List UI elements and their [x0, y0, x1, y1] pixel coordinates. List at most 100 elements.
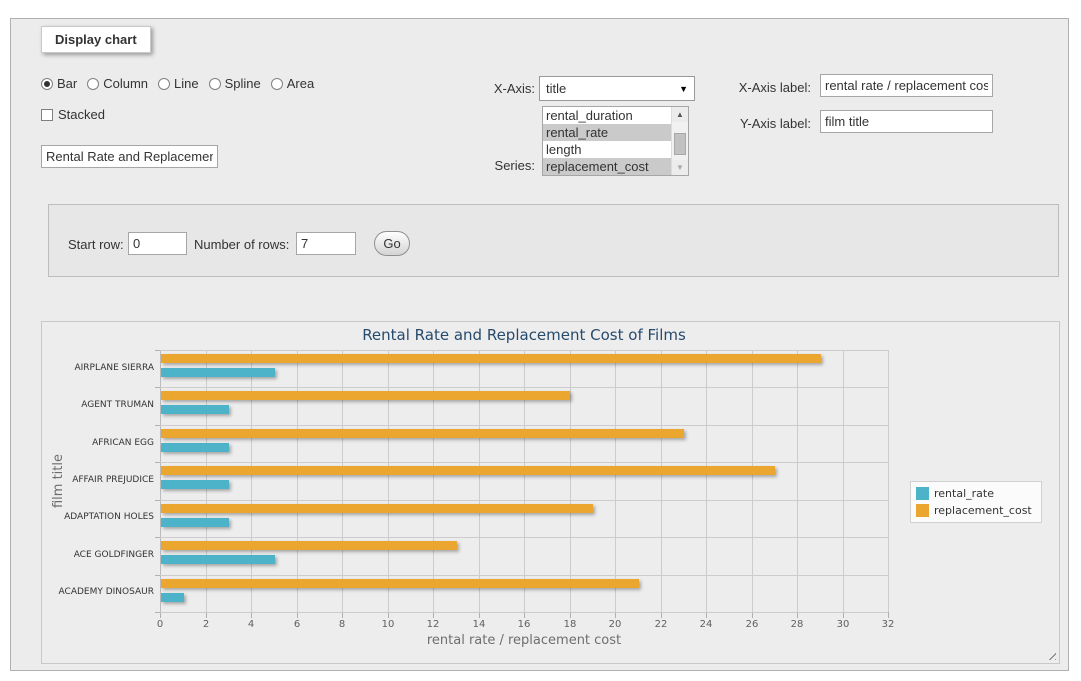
x-axis-selected-value: title — [546, 81, 679, 96]
bar-replacement_cost[interactable] — [161, 579, 639, 588]
radio-label: Spline — [225, 76, 261, 91]
radio-line[interactable]: Line — [158, 76, 199, 91]
category-tick — [155, 387, 160, 388]
radio-area[interactable]: Area — [271, 76, 314, 91]
radio-circle-icon[interactable] — [41, 78, 53, 90]
resize-handle-icon[interactable] — [1045, 649, 1056, 660]
axis-tick — [160, 613, 161, 618]
gridline — [297, 350, 298, 612]
go-button[interactable]: Go — [374, 231, 410, 256]
category-label: ADAPTATION HOLES — [44, 512, 154, 522]
series-scrollbar[interactable]: ▲ ▼ — [671, 107, 688, 175]
x-tick-label: 2 — [191, 619, 221, 630]
chart-title-input[interactable] — [41, 145, 218, 168]
radio-circle-icon[interactable] — [271, 78, 283, 90]
x-tick-label: 16 — [509, 619, 539, 630]
radio-circle-icon[interactable] — [87, 78, 99, 90]
legend-label: replacement_cost — [934, 504, 1032, 517]
x-tick-label: 24 — [691, 619, 721, 630]
category-label: AFRICAN EGG — [44, 438, 154, 448]
axis-tick — [797, 613, 798, 618]
gridline — [160, 425, 888, 426]
gridline — [661, 350, 662, 612]
axis-tick — [843, 613, 844, 618]
axis-tick — [251, 613, 252, 618]
axis-tick — [570, 613, 571, 618]
axis-tick — [752, 613, 753, 618]
x-axis-label-input[interactable] — [820, 74, 993, 97]
scroll-up-icon[interactable]: ▲ — [672, 107, 688, 122]
series-listbox[interactable]: rental_durationrental_ratelengthreplacem… — [542, 106, 689, 176]
bar-replacement_cost[interactable] — [161, 354, 821, 363]
bar-replacement_cost[interactable] — [161, 429, 684, 438]
bar-replacement_cost[interactable] — [161, 391, 570, 400]
x-tick-label: 30 — [828, 619, 858, 630]
radio-spline[interactable]: Spline — [209, 76, 261, 91]
number-of-rows-input[interactable] — [296, 232, 356, 255]
bar-replacement_cost[interactable] — [161, 504, 593, 513]
radio-label: Bar — [57, 76, 77, 91]
display-chart-fieldset: BarColumnLineSplineArea Stacked X-Axis: … — [10, 18, 1069, 671]
bar-rental_rate[interactable] — [161, 555, 275, 564]
scrollbar-thumb[interactable] — [674, 133, 686, 155]
series-option-rental_duration[interactable]: rental_duration — [543, 107, 671, 124]
radio-bar[interactable]: Bar — [41, 76, 77, 91]
category-label: ACE GOLDFINGER — [44, 550, 154, 560]
axis-tick — [433, 613, 434, 618]
series-option-rental_rate[interactable]: rental_rate — [543, 124, 671, 141]
checkbox-box[interactable] — [41, 109, 53, 121]
x-tick-label: 14 — [464, 619, 494, 630]
axis-tick — [661, 613, 662, 618]
x-tick-label: 6 — [282, 619, 312, 630]
radio-label: Line — [174, 76, 199, 91]
category-tick — [155, 350, 160, 351]
scroll-down-icon[interactable]: ▼ — [672, 160, 688, 175]
page: BarColumnLineSplineArea Stacked X-Axis: … — [0, 0, 1081, 681]
y-axis-label-label: Y-Axis label: — [716, 116, 811, 131]
series-option-length[interactable]: length — [543, 141, 671, 158]
axis-tick — [342, 613, 343, 618]
legend-item-rental_rate[interactable]: rental_rate — [916, 487, 1032, 500]
category-tick — [155, 575, 160, 576]
bar-rental_rate[interactable] — [161, 518, 229, 527]
gridline — [160, 462, 888, 463]
axis-tick — [297, 613, 298, 618]
category-tick — [155, 537, 160, 538]
radio-circle-icon[interactable] — [209, 78, 221, 90]
x-tick-label: 18 — [555, 619, 585, 630]
category-tick — [155, 462, 160, 463]
bar-rental_rate[interactable] — [161, 443, 229, 452]
gridline — [797, 350, 798, 612]
x-axis-title: rental rate / replacement cost — [160, 633, 888, 648]
radio-circle-icon[interactable] — [158, 78, 170, 90]
axis-tick — [615, 613, 616, 618]
bar-replacement_cost[interactable] — [161, 541, 457, 550]
x-axis-label-label: X-Axis label: — [716, 80, 811, 95]
stacked-label: Stacked — [58, 107, 105, 122]
x-axis-select[interactable]: title ▼ — [539, 76, 695, 101]
gridline — [388, 350, 389, 612]
y-axis-label-input[interactable] — [820, 110, 993, 133]
gridline — [433, 350, 434, 612]
x-tick-label: 12 — [418, 619, 448, 630]
legend-item-replacement_cost[interactable]: replacement_cost — [916, 504, 1032, 517]
axis-tick — [524, 613, 525, 618]
bar-rental_rate[interactable] — [161, 368, 275, 377]
bar-rental_rate[interactable] — [161, 593, 184, 602]
bar-rental_rate[interactable] — [161, 480, 229, 489]
category-tick — [155, 500, 160, 501]
bar-replacement_cost[interactable] — [161, 466, 775, 475]
chart-type-radio-group: Bar Column Line Spline Area — [41, 76, 314, 91]
category-label: AFFAIR PREJUDICE — [44, 475, 154, 485]
stacked-checkbox[interactable]: Stacked — [41, 107, 105, 122]
radio-column[interactable]: Column — [87, 76, 148, 91]
gridline — [888, 350, 889, 612]
bar-rental_rate[interactable] — [161, 405, 229, 414]
fieldset-legend: Display chart — [41, 26, 151, 53]
series-option-replacement_cost[interactable]: replacement_cost — [543, 158, 671, 175]
category-label: ACADEMY DINOSAUR — [44, 587, 154, 597]
start-row-input[interactable] — [128, 232, 187, 255]
number-of-rows-label: Number of rows: — [194, 237, 289, 252]
category-label: AGENT TRUMAN — [44, 400, 154, 410]
gridline — [479, 350, 480, 612]
